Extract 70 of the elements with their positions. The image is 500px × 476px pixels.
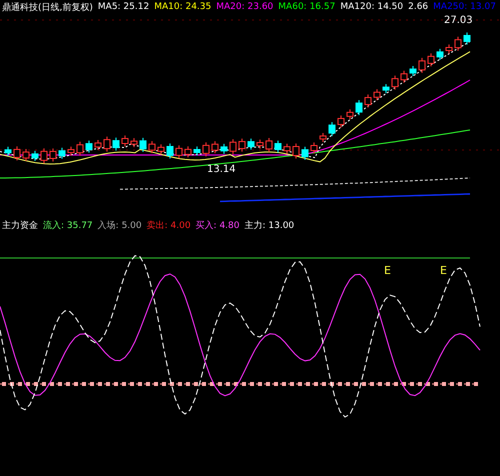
candlestick xyxy=(22,148,30,162)
candlestick xyxy=(50,148,56,162)
candlestick xyxy=(266,137,272,152)
indicator-value: 买入: 4.80 xyxy=(196,220,240,232)
candlestick xyxy=(220,143,228,154)
candlestick xyxy=(320,132,326,142)
indicator-value: 卖出: 4.00 xyxy=(146,220,191,232)
legend-value: MA20: 23.60 xyxy=(216,2,274,12)
candlestick xyxy=(32,150,38,162)
indicator-value: 流入: 35.77 xyxy=(43,220,93,232)
candlestick xyxy=(356,100,362,116)
candlestick xyxy=(104,136,110,152)
candlestick xyxy=(436,48,444,60)
candlestick xyxy=(274,140,282,154)
candlestick xyxy=(212,140,218,154)
candlestick xyxy=(76,141,84,156)
candlestick xyxy=(14,146,20,161)
candlestick xyxy=(464,32,470,45)
chart-title: 鼎通科技(日线,前复权) xyxy=(2,2,93,14)
candlestick xyxy=(418,57,426,74)
candlestick xyxy=(346,108,354,120)
signal-label: E xyxy=(384,264,391,277)
candlestick xyxy=(4,146,12,156)
low-price-label: 13.14 xyxy=(207,164,236,175)
candlestick xyxy=(374,88,380,101)
candlestick xyxy=(122,135,128,148)
candlestick xyxy=(176,144,182,159)
candlestick xyxy=(230,138,236,155)
candlestick xyxy=(184,146,192,158)
candlestick xyxy=(68,146,74,156)
candlestick xyxy=(166,142,174,159)
candlestick xyxy=(112,137,120,152)
candlestick xyxy=(310,142,318,154)
legend-value: 2.66 xyxy=(408,2,428,12)
legend-value: MA250: 13.07 xyxy=(433,2,496,12)
candlestick xyxy=(292,143,300,160)
candlestick xyxy=(238,138,246,152)
candlestick xyxy=(428,52,434,67)
candlestick xyxy=(158,144,164,155)
indicator-value: 主力: 13.00 xyxy=(244,220,294,232)
legend-value: MA5: 25.12 xyxy=(98,2,150,12)
candlestick xyxy=(248,138,254,150)
indicator-value: 入场: 5.00 xyxy=(98,220,142,232)
candlestick xyxy=(94,140,102,150)
signal-label: E xyxy=(440,264,447,277)
candlestick xyxy=(454,36,462,52)
candlestick xyxy=(40,148,48,164)
legend-value: MA10: 24.35 xyxy=(154,2,212,12)
candlestick xyxy=(256,139,264,150)
candlestick xyxy=(284,143,290,154)
candlestick xyxy=(148,140,156,154)
candlestick xyxy=(194,146,200,156)
legend-value: MA120: 14.50 xyxy=(340,2,404,12)
candlestick xyxy=(328,122,336,137)
indicator-title: 主力资金 xyxy=(2,220,38,232)
candlestick xyxy=(392,75,398,90)
high-price-label: 27.03 xyxy=(444,15,473,26)
candlestick xyxy=(382,84,390,94)
candlestick xyxy=(302,146,308,160)
candlestick xyxy=(338,114,344,128)
candlestick xyxy=(86,140,92,154)
candlestick xyxy=(364,94,372,108)
candlestick xyxy=(410,66,416,77)
legend-value: MA60: 16.57 xyxy=(278,2,336,12)
candlestick xyxy=(130,138,138,148)
candlestick xyxy=(202,142,210,157)
candlestick xyxy=(446,44,452,54)
candlestick xyxy=(58,147,66,160)
candlestick xyxy=(140,137,146,152)
candlestick xyxy=(400,70,408,84)
